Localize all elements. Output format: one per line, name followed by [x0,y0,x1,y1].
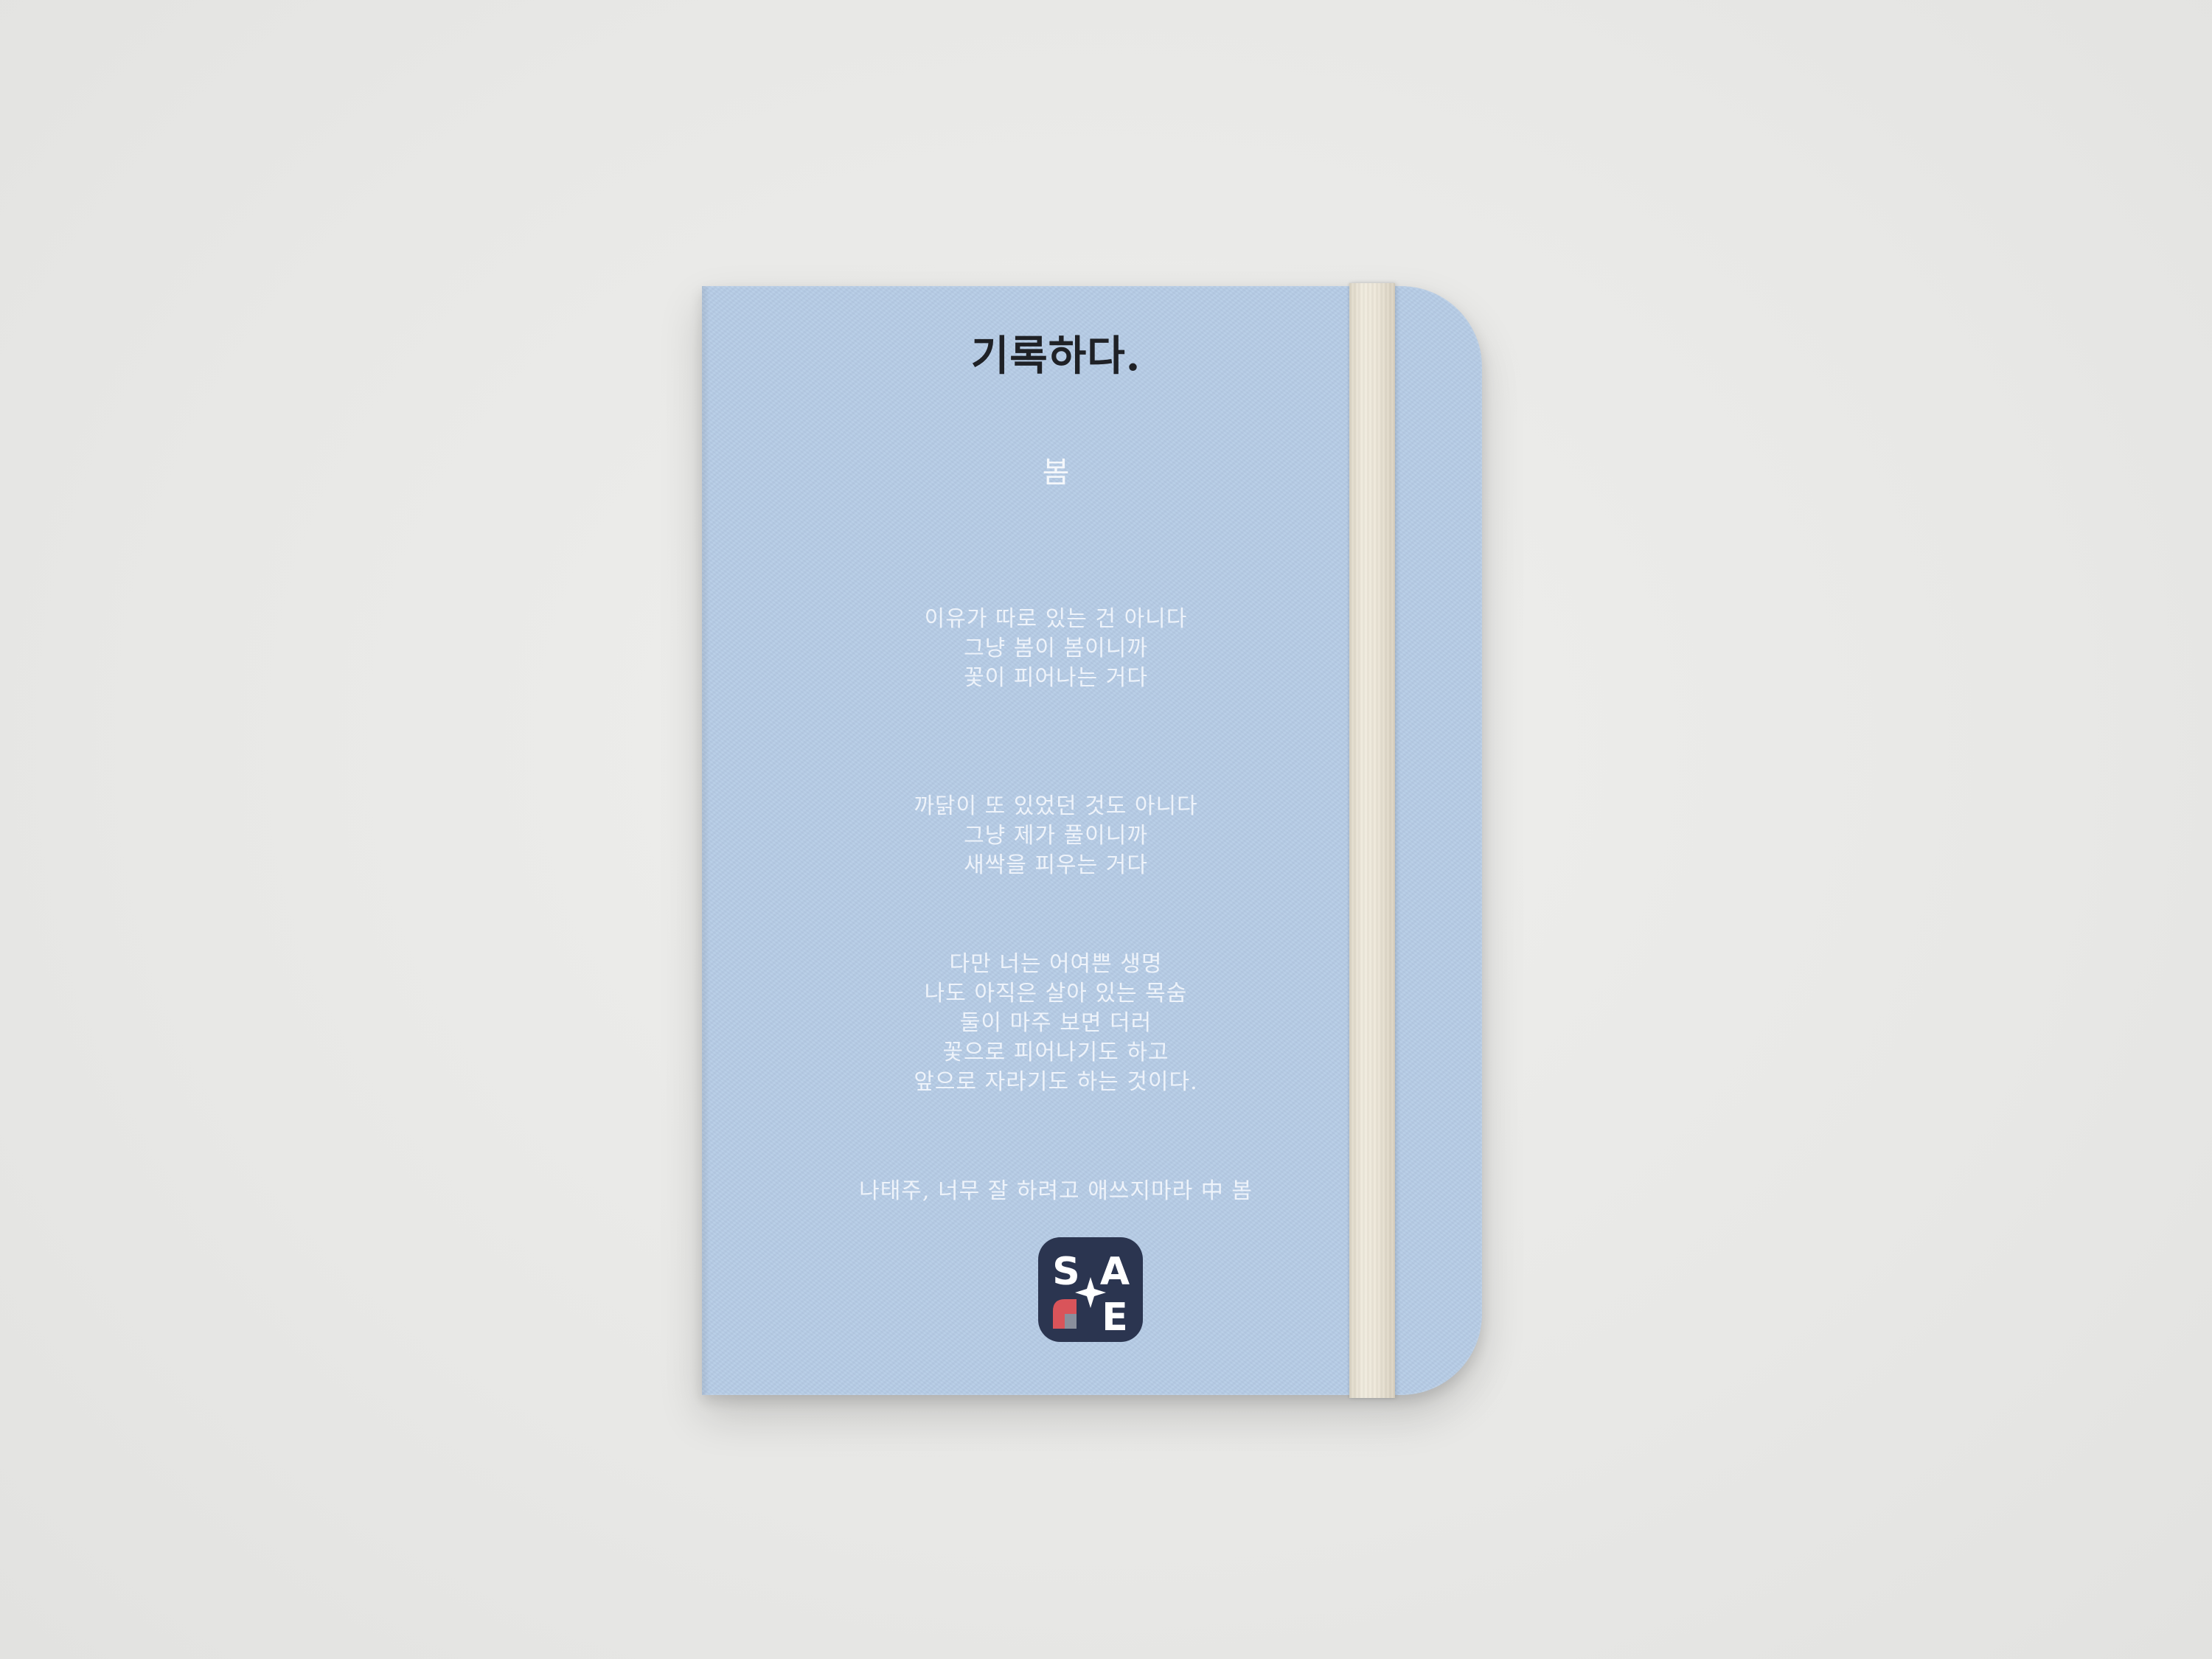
poem-line: 다만 너는 어여쁜 생명 [949,951,1163,977]
poem-line: 그냥 봄이 봄이니까 [964,636,1148,661]
logo-accent-block [1065,1314,1077,1329]
poem-credit: 나태주, 너무 잘 하려고 애쓰지마라 中 봄 [859,1178,1253,1204]
poem-line: 그냥 제가 풀이니까 [964,823,1148,849]
logo-letter-e: E [1102,1295,1128,1340]
logo-letter-s: S [1052,1250,1079,1294]
poem-stanza-1: 이유가 따로 있는 건 아니다 그냥 봄이 봄이니까 꽃이 피어나는 거다 [702,605,1410,693]
poem-line: 꽃이 피어나는 거다 [964,665,1148,691]
elastic-band [1349,283,1395,1398]
poem-stanza-3: 다만 너는 어여쁜 생명 나도 아직은 살아 있는 목숨 둘이 마주 보면 더러… [702,950,1410,1097]
poem-line: 새싹을 피우는 거다 [964,852,1148,878]
logo-icon: S A E [1052,1250,1130,1340]
poem-line: 이유가 따로 있는 건 아니다 [924,606,1188,632]
poem-line: 까닭이 또 있었던 것도 아니다 [914,793,1198,819]
logo-letter-a: A [1100,1250,1130,1294]
poem-line: 나도 아직은 살아 있는 목숨 [924,981,1188,1006]
product-photo: 기록하다. 봄 이유가 따로 있는 건 아니다 그냥 봄이 봄이니까 꽃이 피어… [0,0,2212,1659]
cover-title: 기록하다. [970,332,1141,380]
brand-logo: S A E [1038,1237,1143,1342]
poem-stanza-2: 까닭이 또 있었던 것도 아니다 그냥 제가 풀이니까 새싹을 피우는 거다 [702,792,1410,880]
poem-line: 둘이 마주 보면 더러 [959,1010,1152,1036]
poem-line: 앞으로 자라기도 하는 것이다. [914,1069,1198,1095]
poem-title: 봄 [1042,456,1070,490]
poem-line: 꽃으로 피어나기도 하고 [942,1040,1169,1065]
